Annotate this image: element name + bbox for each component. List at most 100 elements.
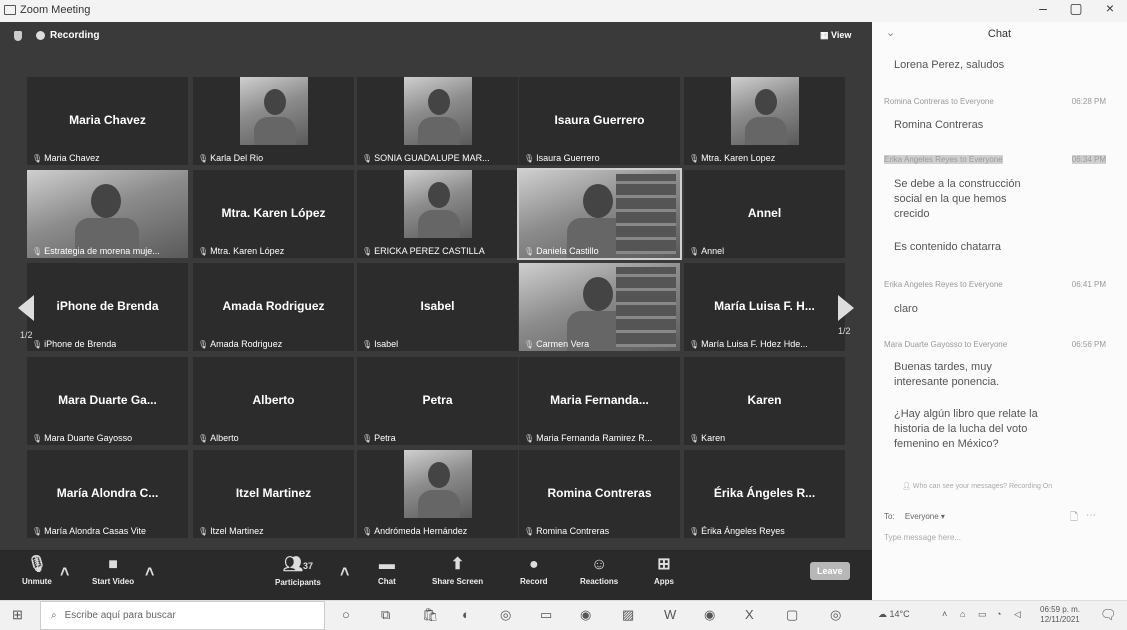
meeting-toolbar: 🎙︎ Unmute ˄ ■ Start Video ˄ 👥︎37 Partici…: [0, 550, 872, 600]
participant-tile[interactable]: Amada Rodriguez 🎙︎ Amada Rodriguez: [193, 263, 354, 351]
page-indicator-left: 1/2: [20, 330, 33, 340]
participant-tile[interactable]: iPhone de Brenda 🎙︎ iPhone de Brenda: [27, 263, 188, 351]
task-view-icon[interactable]: ⧉: [381, 607, 390, 623]
share-screen-button[interactable]: ⬆ Share Screen: [432, 556, 483, 586]
weather-widget[interactable]: ☁ 14°C: [878, 609, 910, 620]
participant-tile[interactable]: 🎙︎ Estrategia de morena muje...: [27, 170, 188, 258]
chat-message: ¿Hay algún libro que relate la historia …: [894, 408, 1038, 450]
chrome-icon[interactable]: ◉: [580, 607, 591, 623]
excel-icon[interactable]: X: [745, 607, 754, 622]
zoom-running-icon[interactable]: ◎: [830, 607, 841, 623]
minimize-button[interactable]: –: [1026, 0, 1060, 16]
participant-tile[interactable]: Maria Fernanda... 🎙︎ Maria Fernanda Ramire…: [519, 357, 680, 445]
participant-tile[interactable]: 🎙︎ ERICKA PEREZ CASTILLA: [357, 170, 518, 258]
participant-tile[interactable]: Maria Chavez 🎙︎ Maria Chavez: [27, 77, 188, 165]
store-icon[interactable]: 🛍︎: [422, 607, 439, 623]
participant-tile[interactable]: 🎙︎ Andrómeda Hernández: [357, 450, 518, 538]
apps-button[interactable]: ⊞ Apps: [654, 556, 674, 586]
participant-label-text: Alberto: [210, 433, 239, 443]
participant-label-text: Petra: [374, 433, 396, 443]
photos-icon[interactable]: ▨: [622, 607, 634, 623]
next-page-arrow-icon[interactable]: [838, 295, 854, 321]
participant-label-text: iPhone de Brenda: [44, 339, 117, 349]
participant-tile[interactable]: 🎙︎ Daniela Castillo: [517, 168, 682, 260]
participants-button[interactable]: 👥︎37 Participants: [275, 556, 321, 587]
record-icon: ●: [528, 556, 539, 573]
chat-message: Romina Contreras: [894, 119, 984, 131]
taskbar-clock[interactable]: 06:59 p. m. 12/11/2021: [1040, 605, 1080, 625]
participant-tile[interactable]: María Alondra C... 🎙︎ María Alondra Casas …: [27, 450, 188, 538]
chat-message: Es contenido chatarra: [894, 241, 1002, 253]
notifications-icon[interactable]: 🗨︎: [1100, 607, 1117, 623]
participant-name: Mara Duarte Ga...: [58, 393, 157, 407]
edge-icon[interactable]: ◐: [462, 607, 470, 622]
participant-tile[interactable]: Romina Contreras 🎙︎ Romina Contreras: [519, 450, 680, 538]
participant-name: Isabel: [420, 299, 455, 313]
zoom-icon[interactable]: ◎: [500, 607, 511, 623]
cortana-icon[interactable]: ○: [342, 607, 350, 622]
muted-mic-icon: 🎙︎: [198, 153, 209, 163]
chrome-icon-2[interactable]: ◉: [704, 607, 715, 623]
app-window-icon[interactable]: ▢: [786, 607, 798, 623]
audio-options-caret[interactable]: ˄: [60, 564, 69, 585]
tray-expand-icon[interactable]: ˄: [942, 609, 947, 619]
chat-button[interactable]: ▬ Chat: [378, 556, 396, 586]
chat-panel: ⌄ Chat Lorena Perez, saludos Romina Cont…: [872, 22, 1127, 600]
participant-tile[interactable]: 🎙︎ Carmen Vera: [519, 263, 680, 351]
participant-label-text: María Luisa F. Hdez Hde...: [701, 339, 808, 349]
record-button[interactable]: ● Record: [520, 556, 548, 586]
wifi-icon[interactable]: ◔: [996, 609, 1001, 619]
participant-tile[interactable]: 🎙︎ Mtra. Karen Lopez: [684, 77, 845, 165]
word-icon[interactable]: W: [664, 607, 676, 622]
participant-tile[interactable]: Isabel 🎙︎ Isabel: [357, 263, 518, 351]
participant-label-text: Andrómeda Hernández: [374, 526, 468, 536]
network-icon[interactable]: ⌂: [960, 609, 965, 619]
participant-video: [239, 77, 308, 145]
participant-tile[interactable]: Petra 🎙︎ Petra: [357, 357, 518, 445]
close-button[interactable]: ×: [1093, 0, 1127, 16]
file-icon[interactable]: 🗋: [1070, 510, 1078, 527]
participant-tile[interactable]: 🎙︎ Karla Del Rio: [193, 77, 354, 165]
participant-tile[interactable]: Isaura Guerrero 🎙︎ Isaura Guerrero: [519, 77, 680, 165]
participant-tile[interactable]: Mtra. Karen López 🎙︎ Mtra. Karen López: [193, 170, 354, 258]
file-explorer-icon[interactable]: ▭: [540, 607, 552, 623]
participants-options-caret[interactable]: ˄: [340, 564, 349, 585]
more-options-icon[interactable]: ⋯: [1086, 510, 1096, 521]
prev-page-arrow-icon[interactable]: [18, 295, 34, 321]
participant-name: Érika Ángeles R...: [713, 486, 816, 500]
participant-tile[interactable]: 🎙︎ SONIA GUADALUPE MAR...: [357, 77, 518, 165]
participant-label-text: Romina Contreras: [536, 526, 610, 536]
chat-header: Chat: [987, 28, 1012, 40]
participant-tile[interactable]: Érika Ángeles R... 🎙︎ Érika Ángeles Reyes: [684, 450, 845, 538]
participant-label: 🎙︎ Carmen Vera: [524, 339, 589, 349]
participant-tile[interactable]: María Luisa F. H... 🎙︎ María Luisa F. Hdez…: [684, 263, 845, 351]
windows-start-icon[interactable]: ⊞: [12, 607, 23, 623]
taskbar-search-input[interactable]: ⌕ Escribe aquí para buscar: [40, 601, 325, 630]
participant-label-text: Itzel Martinez: [210, 526, 264, 536]
video-options-caret[interactable]: ˄: [145, 564, 154, 585]
recording-indicator[interactable]: Recording: [36, 30, 99, 41]
reactions-button[interactable]: ☺ Reactions: [580, 556, 618, 586]
participant-tile[interactable]: Karen 🎙︎ Karen: [684, 357, 845, 445]
security-shield-icon[interactable]: [14, 31, 22, 41]
muted-mic-icon: 🎙︎: [32, 433, 43, 443]
unmute-button[interactable]: 🎙︎ Unmute: [22, 556, 52, 586]
participant-tile[interactable]: Itzel Martinez 🎙︎ Itzel Martinez: [193, 450, 354, 538]
chat-message-input[interactable]: Type message here...: [884, 533, 961, 542]
view-button[interactable]: ▦ View: [820, 30, 851, 41]
muted-mic-icon: 🎙︎: [362, 526, 373, 536]
chat-bubble-icon: ▬: [378, 556, 395, 573]
participant-tile[interactable]: Alberto 🎙︎ Alberto: [193, 357, 354, 445]
muted-mic-icon: 🎙︎: [362, 339, 373, 349]
volume-icon[interactable]: ◁: [1014, 609, 1021, 620]
window-titlebar: Zoom Meeting – ▢ ×: [0, 0, 1127, 22]
chat-recipient-selector[interactable]: To: Everyone ▾: [884, 512, 945, 521]
maximize-button[interactable]: ▢: [1059, 0, 1093, 16]
participant-tile[interactable]: Annel 🎙︎ Annel: [684, 170, 845, 258]
start-video-button[interactable]: ■ Start Video: [92, 556, 134, 586]
battery-icon[interactable]: ▭: [978, 609, 987, 620]
chat-visibility-note[interactable]: 👤︎ Who can see your messages? Recording …: [902, 482, 1052, 490]
leave-button[interactable]: Leave: [810, 562, 850, 580]
participant-name: Mtra. Karen López: [221, 206, 326, 220]
participant-tile[interactable]: Mara Duarte Ga... 🎙︎ Mara Duarte Gayosso: [27, 357, 188, 445]
